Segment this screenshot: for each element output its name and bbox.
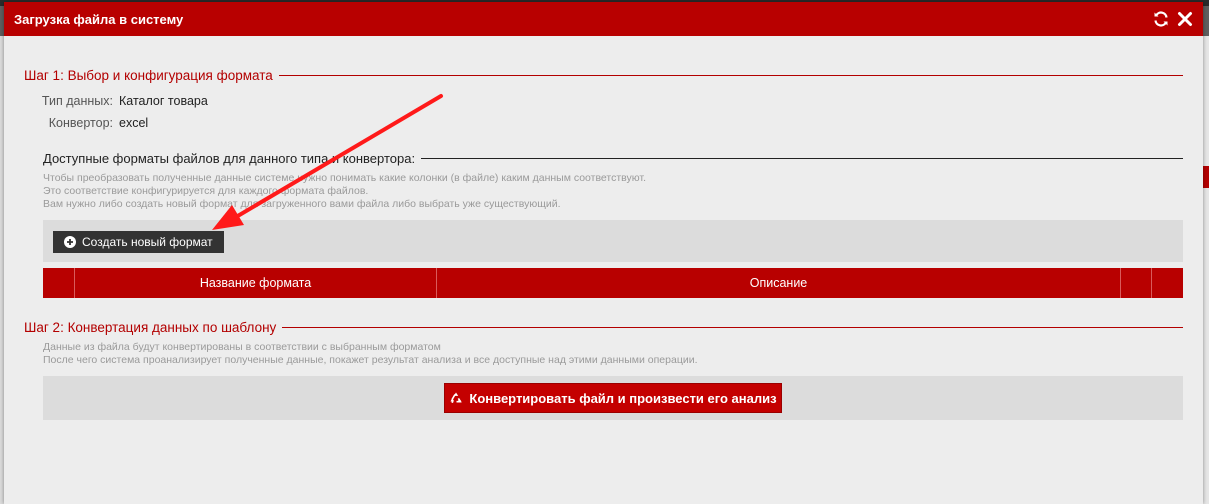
converter-value: excel — [119, 116, 149, 130]
formats-toolbar: Создать новый формат — [43, 220, 1183, 262]
step2-hint: Данные из файла будут конвертированы в с… — [43, 341, 1183, 367]
plus-circle-icon — [64, 236, 76, 248]
refresh-icon[interactable] — [1153, 11, 1169, 27]
modal-header: Загрузка файла в систему — [4, 2, 1203, 36]
formats-heading-row: Доступные форматы файлов для данного тип… — [43, 151, 1183, 166]
step2-title: Шаг 2: Конвертация данных по шаблону — [24, 320, 277, 335]
formats-divider — [421, 158, 1183, 159]
step1-divider — [278, 75, 1183, 76]
upload-file-modal: Загрузка файла в систему Шаг 1: Выбор и … — [4, 2, 1203, 504]
data-type-label: Тип данных: — [41, 94, 113, 108]
modal-header-icons — [1153, 11, 1193, 27]
table-header-action — [1121, 268, 1152, 298]
close-icon[interactable] — [1177, 11, 1193, 27]
hint-line: После чего система проанализирует получе… — [43, 354, 698, 366]
convert-toolbar: Конвертировать файл и произвести его ана… — [43, 376, 1183, 420]
create-format-button[interactable]: Создать новый формат — [53, 231, 224, 253]
step1-legend: Шаг 1: Выбор и конфигурация формата — [24, 68, 1183, 83]
hint-line: Данные из файла будут конвертированы в с… — [43, 341, 441, 353]
convert-and-analyze-button[interactable]: Конвертировать файл и произвести его ана… — [444, 383, 782, 413]
hint-line: Вам нужно либо создать новый формат для … — [43, 198, 561, 210]
formats-table-header: Название формата Описание — [43, 268, 1183, 298]
data-type-value: Каталог товара — [119, 94, 208, 108]
modal-title: Загрузка файла в систему — [14, 11, 184, 27]
step1-hint: Чтобы преобразовать полученные данные си… — [43, 172, 1183, 211]
convert-button-label: Конвертировать файл и произвести его ана… — [469, 390, 777, 406]
table-header-action — [1152, 268, 1183, 298]
step1-title: Шаг 1: Выбор и конфигурация формата — [24, 68, 273, 83]
table-header-name[interactable]: Название формата — [75, 268, 437, 298]
converter-label: Конвертор: — [48, 116, 113, 130]
create-format-label: Создать новый формат — [82, 235, 213, 249]
recycle-icon — [450, 392, 463, 403]
background-right-edge — [1203, 36, 1209, 504]
hint-line: Чтобы преобразовать полученные данные си… — [43, 172, 646, 184]
data-type-row: Тип данных: Каталог товара — [4, 94, 208, 108]
step2-divider — [282, 327, 1183, 328]
table-header-select — [43, 268, 75, 298]
converter-row: Конвертор: excel — [4, 116, 148, 130]
step2-legend: Шаг 2: Конвертация данных по шаблону — [24, 320, 1183, 335]
formats-heading: Доступные форматы файлов для данного тип… — [43, 151, 416, 166]
hint-line: Это соответствие конфигурируется для каж… — [43, 185, 369, 197]
table-header-description[interactable]: Описание — [437, 268, 1121, 298]
